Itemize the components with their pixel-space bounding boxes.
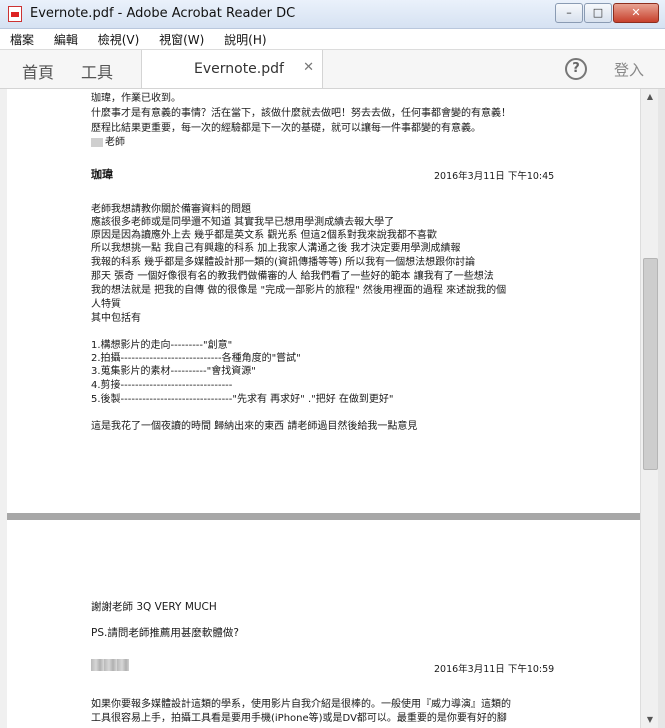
tab-close-icon[interactable]: ✕: [303, 60, 314, 75]
text-line: 歷程比結果更重要，每一次的經驗都是下一次的基礎，就可以讓每一件事都變的有意義。: [91, 123, 481, 134]
text-line: 我的想法就是 把我的自傳 做的很像是 "完成一部影片的旅程" 然後用裡面的過程 …: [91, 285, 507, 296]
list-item: 4.剪接-------------------------------: [91, 380, 233, 391]
page-separator: [7, 513, 640, 520]
toolbar: 首頁 工具 Evernote.pdf ✕ ? 登入: [0, 50, 665, 89]
author-name: 珈瑋: [91, 168, 113, 181]
menu-help[interactable]: 說明(H): [214, 29, 272, 48]
scroll-up-icon[interactable]: ▲: [641, 89, 659, 105]
text-line: 工具很容易上手，拍攝工具看是要用手機(iPhone等)或是DV都可以。最重要的是…: [91, 713, 507, 724]
sign-in-button[interactable]: 登入: [614, 59, 644, 80]
menu-bar: 檔案 編輯 檢視(V) 視窗(W) 說明(H): [0, 29, 665, 50]
window-border: [658, 89, 665, 728]
list-item: 5.後製-------------------------------"先求有 …: [91, 394, 394, 405]
pdf-app-icon: [8, 6, 22, 22]
pdf-page: 珈瑋，作業已收到。 什麼事才是有意義的事情？活在當下，該做什麼就去做吧！努去去做…: [7, 89, 640, 513]
vertical-scrollbar[interactable]: ▲ ▼: [640, 89, 659, 728]
minimize-button[interactable]: –: [555, 3, 583, 23]
document-viewer[interactable]: 珈瑋，作業已收到。 什麼事才是有意義的事情？活在當下，該做什麼就去做吧！努去去做…: [7, 89, 640, 728]
menu-edit[interactable]: 編輯: [44, 29, 84, 48]
text-line: 人特質: [91, 299, 121, 310]
text-line: 我報的科系 幾乎都是多媒體設計那一類的(資訊傳播等等) 所以我有一個想法想跟你討…: [91, 257, 476, 268]
text-line: 其中包括有: [91, 313, 141, 324]
maximize-button[interactable]: □: [584, 3, 612, 23]
tools-tab[interactable]: 工具: [81, 59, 113, 83]
app-window: Evernote.pdf - Adobe Acrobat Reader DC –…: [0, 0, 665, 728]
pdf-page: 謝謝老師 3Q VERY MUCH PS.請問老師推薦用甚麼軟體做? 2016年…: [7, 520, 640, 728]
redacted-name: [91, 137, 103, 147]
text-line: 什麼事才是有意義的事情？活在當下，該做什麼就去做吧！努去去做，任何事都會變的有意…: [91, 108, 511, 119]
redacted-name: [91, 659, 129, 671]
title-bar: Evernote.pdf - Adobe Acrobat Reader DC –…: [0, 0, 665, 29]
teacher-signature: 老師: [91, 133, 125, 148]
text-line: 這是我花了一個夜讀的時間 歸納出來的東西 請老師過目然後給我一點意見: [91, 421, 418, 432]
help-icon[interactable]: ?: [565, 58, 587, 80]
menu-view[interactable]: 檢視(V): [88, 29, 146, 48]
document-tab[interactable]: Evernote.pdf ✕: [141, 50, 323, 88]
post-date: 2016年3月11日 下午10:59: [434, 664, 555, 675]
window-title: Evernote.pdf - Adobe Acrobat Reader DC: [30, 6, 296, 21]
text-line: 那天 張奇 一個好像很有名的教我們做備審的人 給我們看了一些好的範本 讓我有了一…: [91, 271, 494, 282]
text-line: 珈瑋，作業已收到。: [91, 93, 181, 104]
window-controls: – □ ✕: [555, 3, 659, 23]
post-date: 2016年3月11日 下午10:45: [434, 171, 555, 182]
close-button[interactable]: ✕: [613, 3, 659, 23]
text-line: 所以我想挑一點 我自己有興趣的科系 加上我家人溝通之後 我才決定要用學測成績報: [91, 243, 461, 254]
text-line: 謝謝老師 3Q VERY MUCH: [91, 601, 217, 613]
text-line: PS.請問老師推薦用甚麼軟體做?: [91, 627, 239, 639]
list-item: 3.蒐集影片的素材----------"會找資源": [91, 366, 256, 377]
menu-file[interactable]: 檔案: [0, 29, 40, 48]
teacher-label: 老師: [105, 137, 125, 148]
document-tab-label: Evernote.pdf: [194, 61, 284, 77]
text-line: 如果你要報多媒體設計這類的學系，使用影片自我介紹是很棒的。一般使用『威力導演』這…: [91, 699, 511, 710]
menu-window[interactable]: 視窗(W): [149, 29, 210, 48]
scroll-down-icon[interactable]: ▼: [641, 712, 659, 728]
scroll-thumb[interactable]: [643, 258, 658, 470]
home-tab[interactable]: 首頁: [22, 59, 54, 83]
